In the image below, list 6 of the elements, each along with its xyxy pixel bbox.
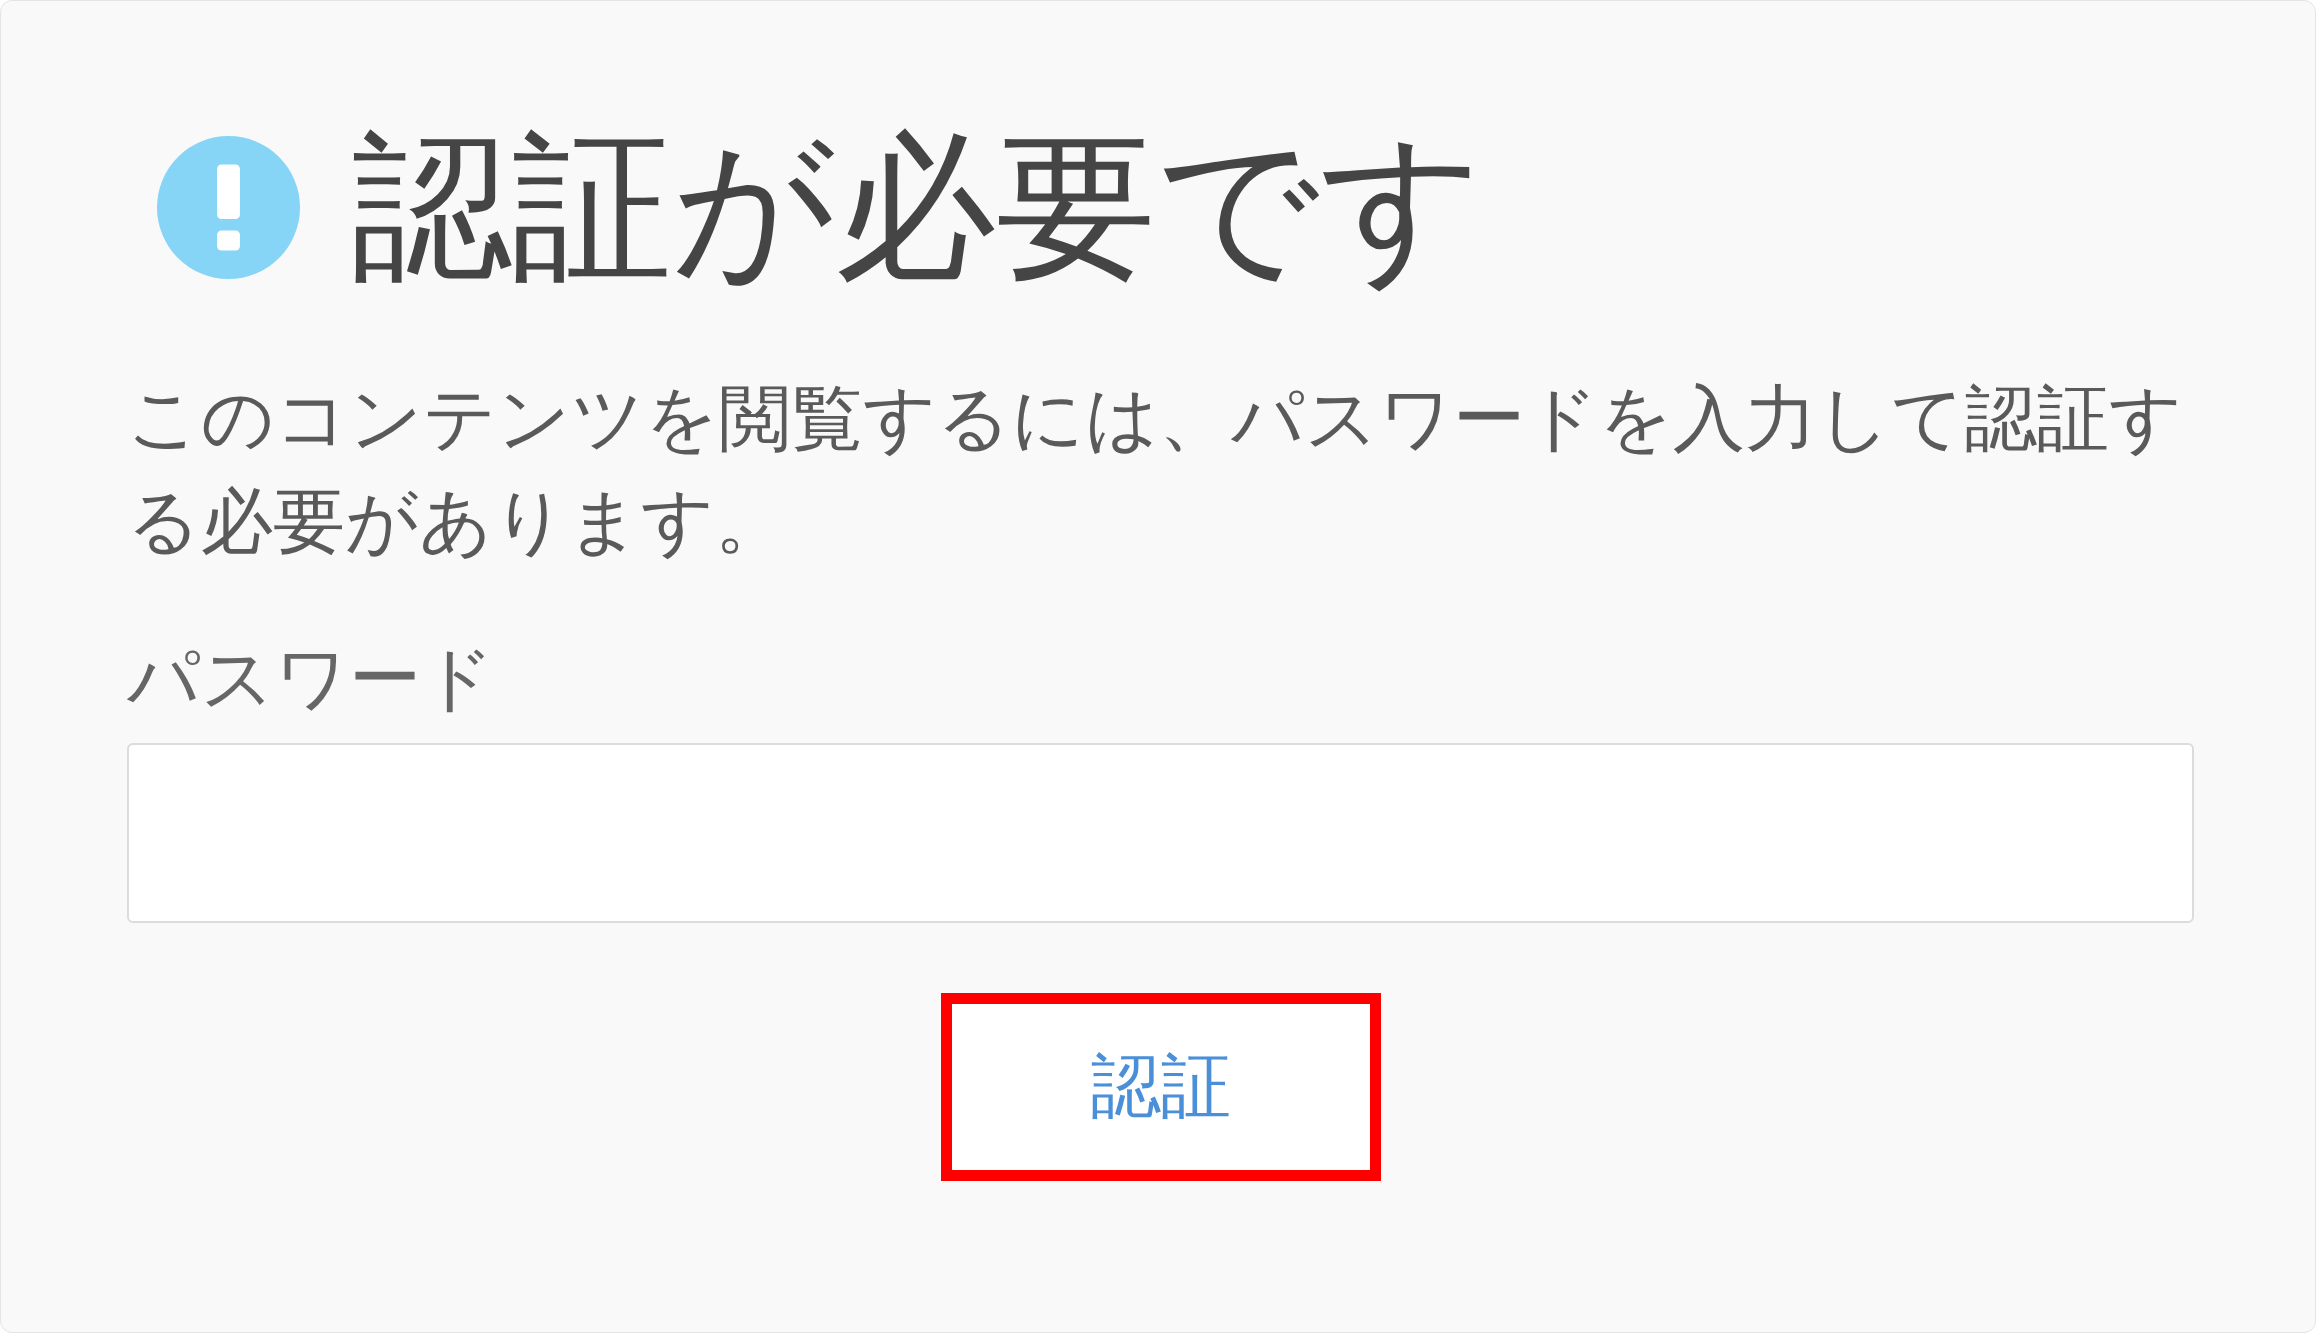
dialog-title: 認証が必要です [352,119,1484,295]
password-field[interactable] [127,743,2194,923]
password-label: パスワード [127,635,496,722]
alert-icon [157,135,300,279]
authenticate-button[interactable]: 認証 [940,993,1381,1181]
message-text: このコンテンツを閲覧するには、パスワードを入力して認証する必要があります。 [127,375,2184,565]
